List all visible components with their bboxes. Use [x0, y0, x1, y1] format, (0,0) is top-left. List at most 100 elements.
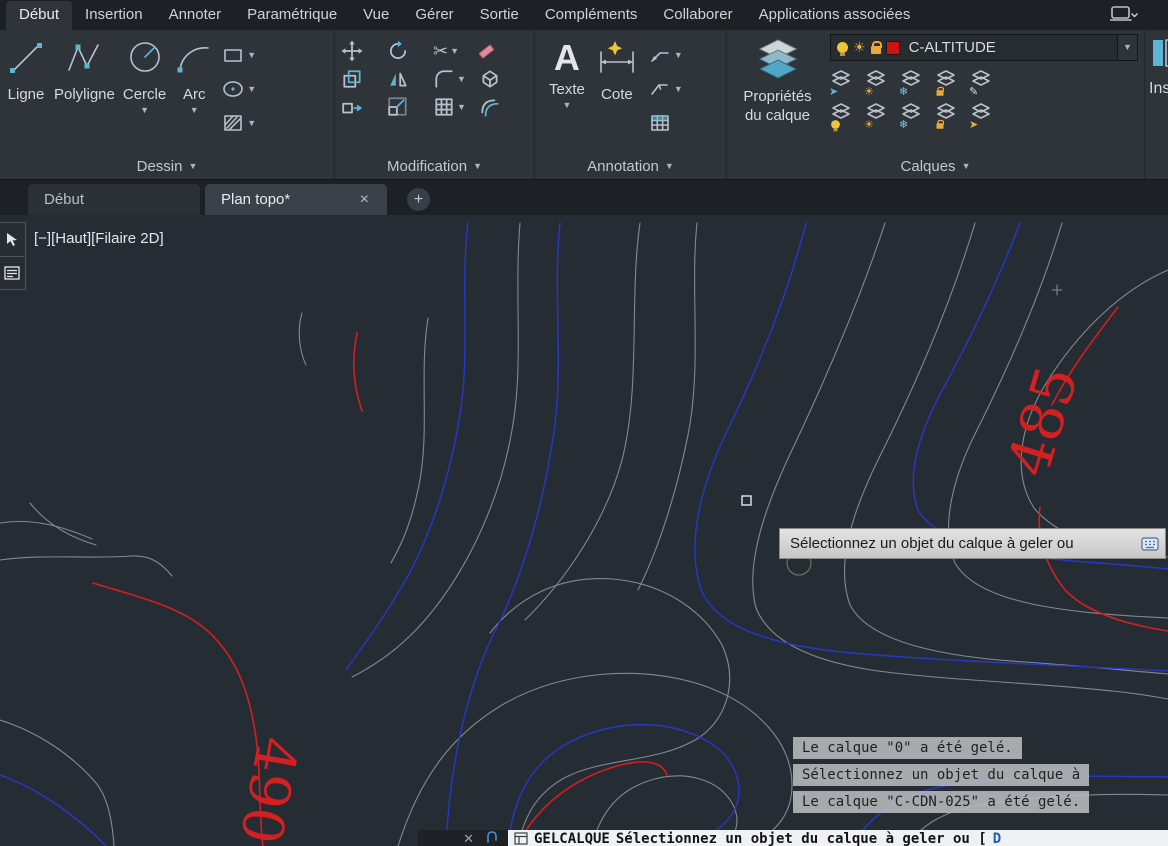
- chevron-down-icon[interactable]: ▼: [247, 119, 256, 128]
- rotate-tool[interactable]: [387, 40, 425, 62]
- layer-color-chip[interactable]: [886, 41, 900, 55]
- properties-palette-button[interactable]: [0, 256, 24, 289]
- layer-thaw-tool[interactable]: ❄: [900, 102, 926, 128]
- command-bar: ✕ GELCALQUE Sélectionnez un objet du cal…: [418, 830, 1168, 846]
- chevron-down-icon[interactable]: ▼: [247, 51, 256, 60]
- panel-modification: ✂ ▼: [335, 30, 535, 179]
- customize-icon[interactable]: [514, 832, 528, 845]
- layer-unisolate-tool[interactable]: ☀: [865, 102, 891, 128]
- line-label: Ligne: [8, 86, 45, 103]
- stretch-tool[interactable]: [341, 96, 379, 118]
- layer-freeze-tool[interactable]: ❄: [900, 69, 926, 95]
- panel-insert-partial: Ins: [1145, 30, 1168, 179]
- panel-label-annotation[interactable]: Annotation▼: [535, 153, 726, 179]
- layer-thaw-icon[interactable]: ☀: [853, 39, 866, 56]
- layer-states-tool[interactable]: ✎: [970, 69, 996, 95]
- close-tab-icon[interactable]: ×: [358, 191, 371, 209]
- quick-select-button[interactable]: [0, 223, 24, 256]
- command-option[interactable]: D: [993, 831, 1001, 846]
- hatch-tool[interactable]: ▼: [222, 106, 256, 140]
- layer-unlock-tool[interactable]: [935, 102, 961, 128]
- polyline-button[interactable]: Polyligne: [54, 34, 115, 153]
- contour-label-485: 485: [994, 358, 1091, 484]
- rectangle-tool[interactable]: ▼: [222, 38, 256, 72]
- multileader-tool[interactable]: ▼: [649, 72, 683, 106]
- chevron-down-icon[interactable]: ▼: [450, 47, 459, 56]
- chevron-down-icon[interactable]: ▼: [457, 103, 466, 112]
- ribbon-tab-sortie[interactable]: Sortie: [467, 1, 532, 30]
- circle-button[interactable]: Cercle ▼: [123, 34, 166, 153]
- history-line: Le calque "0" a été gelé.: [793, 737, 1022, 759]
- scale-icon: [387, 96, 409, 118]
- viewport-controls[interactable]: [−][Haut][Filaire 2D]: [34, 230, 164, 247]
- scale-tool[interactable]: [387, 96, 425, 118]
- connectivity-icon[interactable]: [1110, 5, 1138, 23]
- current-layer-name: C-ALTITUDE: [905, 39, 1112, 56]
- ribbon-tab-collaborer[interactable]: Collaborer: [650, 1, 745, 30]
- panel-label-calques[interactable]: Calques▼: [727, 153, 1144, 179]
- cursor-icon: [3, 231, 21, 249]
- command-name: GELCALQUE: [534, 831, 610, 846]
- rectangle-icon: [222, 45, 244, 65]
- text-button[interactable]: A Texte ▼: [549, 34, 585, 153]
- layer-selector-caret[interactable]: ▼: [1117, 35, 1137, 60]
- ribbon-tab-insertion[interactable]: Insertion: [72, 1, 156, 30]
- polyline-label: Polyligne: [54, 86, 115, 103]
- move-tool[interactable]: [341, 40, 379, 62]
- snowflake-icon: ❄: [899, 87, 908, 98]
- layer-isolate-tool[interactable]: ☀: [865, 69, 891, 95]
- ribbon-tab-complements[interactable]: Compléments: [532, 1, 651, 30]
- layer-lock-icon[interactable]: [871, 46, 881, 54]
- file-tab-start[interactable]: Début: [28, 184, 200, 215]
- fillet-tool[interactable]: ▼: [433, 68, 471, 90]
- ribbon-tab-debut[interactable]: Début: [6, 1, 72, 30]
- tooltip-text: Sélectionnez un objet du calque à geler …: [790, 535, 1141, 552]
- extrude-tool[interactable]: [479, 68, 517, 90]
- command-line[interactable]: GELCALQUE Sélectionnez un objet du calqu…: [508, 830, 1168, 846]
- keyboard-icon[interactable]: [1141, 537, 1159, 551]
- panel-label-modification[interactable]: Modification▼: [335, 153, 534, 179]
- erase-tool[interactable]: [479, 48, 517, 55]
- file-tab-plan-topo[interactable]: Plan topo* ×: [205, 184, 387, 215]
- chevron-down-icon[interactable]: ▼: [190, 106, 199, 115]
- ribbon-tab-bar: Début Insertion Annoter Paramétrique Vue…: [0, 0, 1168, 30]
- ribbon-tab-applications[interactable]: Applications associées: [746, 1, 924, 30]
- mirror-tool[interactable]: [387, 68, 425, 90]
- layer-properties-button[interactable]: Propriétés du calque: [735, 34, 820, 153]
- chevron-down-icon[interactable]: ▼: [247, 85, 256, 94]
- dimension-button[interactable]: Cote: [595, 34, 639, 153]
- new-tab-button[interactable]: +: [407, 188, 430, 211]
- insert-icon[interactable]: [1149, 34, 1168, 74]
- trim-tool[interactable]: ✂ ▼: [433, 42, 471, 60]
- arrow-icon: ➤: [829, 87, 838, 98]
- chevron-down-icon[interactable]: ▼: [674, 51, 683, 60]
- layer-walk-tool[interactable]: ➤: [970, 102, 996, 128]
- leader-tool[interactable]: ▼: [649, 38, 683, 72]
- ribbon-tab-parametrique[interactable]: Paramétrique: [234, 1, 350, 30]
- chevron-down-icon[interactable]: ▼: [674, 85, 683, 94]
- ribbon-tab-annoter[interactable]: Annoter: [156, 1, 235, 30]
- layer-off-tool[interactable]: [830, 102, 856, 128]
- copy-tool[interactable]: [341, 68, 379, 90]
- close-icon[interactable]: ✕: [463, 831, 474, 846]
- table-tool[interactable]: [649, 106, 683, 140]
- layer-match-tool[interactable]: ➤: [830, 69, 856, 95]
- pin-icon[interactable]: [486, 831, 498, 845]
- chevron-down-icon[interactable]: ▼: [457, 75, 466, 84]
- ellipse-tool[interactable]: ▼: [222, 72, 256, 106]
- layer-selector[interactable]: ☀ C-ALTITUDE ▼: [830, 34, 1138, 61]
- layer-on-icon[interactable]: [837, 42, 848, 53]
- arc-button[interactable]: Arc ▼: [174, 34, 214, 153]
- ribbon-tab-vue[interactable]: Vue: [350, 1, 402, 30]
- offset-tool[interactable]: [479, 96, 517, 118]
- line-button[interactable]: Ligne: [6, 34, 46, 153]
- command-history: Le calque "0" a été gelé. Sélectionnez u…: [793, 737, 1089, 813]
- chevron-down-icon[interactable]: ▼: [140, 106, 149, 115]
- layer-lock-tool[interactable]: [935, 69, 961, 95]
- panel-label-dessin[interactable]: Dessin▼: [0, 153, 334, 179]
- dynamic-input-tooltip: Sélectionnez un objet du calque à geler …: [779, 528, 1166, 559]
- chevron-down-icon[interactable]: ▼: [562, 101, 571, 110]
- panel-annotation: A Texte ▼ Cote: [535, 30, 727, 179]
- ribbon-tab-gerer[interactable]: Gérer: [402, 1, 466, 30]
- array-tool[interactable]: ▼: [433, 96, 471, 118]
